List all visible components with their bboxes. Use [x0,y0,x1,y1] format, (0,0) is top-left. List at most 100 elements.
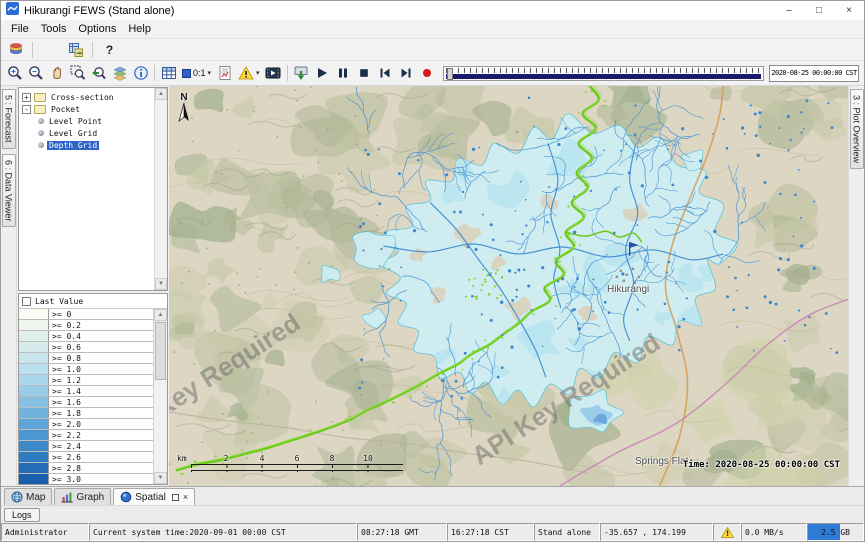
left-tab-strip: 5 : Forecast 6 : Data Viewer [1,86,17,486]
north-arrow: N [178,92,190,126]
timeline-handle[interactable] [447,68,453,80]
legend-swatch [19,408,49,418]
logs-row: Logs [1,505,864,523]
tab-forecast[interactable]: 5 : Forecast [2,89,16,149]
legend-row: >= 0.4 [19,331,153,342]
record-button[interactable] [417,63,438,83]
layers-button[interactable] [109,63,130,83]
bottom-tab-bar: Map Graph Spatial × [1,486,864,505]
help-button[interactable]: ? [99,40,120,60]
legend-scrollbar[interactable]: ▲ ▼ [153,309,167,484]
legend-swatch [19,474,49,484]
close-button[interactable]: × [834,1,864,20]
legend-swatch [19,309,49,319]
tree-node-pocket[interactable]: - Pocket [22,103,154,115]
legend-row: >= 1.0 [19,364,153,375]
status-memory: 2.5 GB [807,523,864,541]
zoom-out-button[interactable] [25,63,46,83]
tab-graph[interactable]: Graph [54,488,111,505]
legend-swatch [19,353,49,363]
node-dot-icon [38,142,44,148]
node-dot-icon [38,130,44,136]
step-back-button[interactable] [375,63,396,83]
menu-tools[interactable]: Tools [35,21,73,37]
tab-spatial[interactable]: Spatial × [113,488,195,505]
legend-list: >= 0 >= 0.2 >= 0.4 >= 0.6 >= 0.8 >= 1.0 … [19,309,153,484]
legend-row: >= 3.0 [19,474,153,484]
legend-row: >= 0 [19,309,153,320]
scroll-up-icon[interactable]: ▲ [154,309,167,321]
scroll-down-icon[interactable]: ▼ [154,472,167,484]
undock-tab-icon[interactable] [172,494,179,501]
legend-swatch [19,342,49,352]
import-data-icon[interactable] [65,40,86,60]
zoom-previous-button[interactable] [88,63,109,83]
tab-data-viewer[interactable]: 6 : Data Viewer [2,154,16,227]
legend-row: >= 1.8 [19,408,153,419]
node-dot-icon [38,118,44,124]
legend-header-label: Last Value [35,297,83,306]
zoom-in-button[interactable] [4,63,25,83]
status-user: Administrator [1,523,89,541]
main-toolbar: ? [1,38,864,60]
close-tab-icon[interactable]: × [183,492,188,502]
status-system-time: Current system time:2020-09-01 00:00 CST [89,523,357,541]
grid-display-button[interactable] [158,63,179,83]
animation-movie-button[interactable] [263,63,284,83]
menu-file[interactable]: File [5,21,35,37]
step-forward-button[interactable] [396,63,417,83]
folder-icon [34,105,46,114]
legend-row: >= 1.4 [19,386,153,397]
map-time-label: Time: 2020-08-25 00:00:00 CST [683,460,840,470]
tree-node-level-point[interactable]: Level Point [22,115,154,127]
status-warning-cell[interactable] [713,523,741,541]
map-toolbar: 0:1 ▾ ▾ 2020-08-25 00:00:00 CST [1,60,864,86]
globe-icon [11,491,23,503]
pan-button[interactable] [46,63,67,83]
legend-row: >= 0.2 [19,320,153,331]
legend-swatch [19,386,49,396]
filter-tree: + Cross-section - Pocket Level Point [18,87,168,291]
warnings-dropdown[interactable]: ▾ [235,63,263,83]
legend-row: >= 2.0 [19,419,153,430]
tree-node-depth-grid[interactable]: Depth Grid [22,139,154,151]
scroll-down-icon[interactable]: ▼ [155,278,167,290]
maximize-button[interactable]: □ [804,1,834,20]
legend-swatch [19,320,49,330]
legend-row: >= 2.8 [19,463,153,474]
tab-plot-overview[interactable]: 3 : Plot Overview [850,89,864,169]
logs-button[interactable]: Logs [4,508,40,522]
stop-button[interactable] [354,63,375,83]
scrollbar-thumb[interactable] [155,322,166,380]
profile-document-button[interactable] [214,63,235,83]
scroll-up-icon[interactable]: ▲ [155,88,167,100]
pause-button[interactable] [333,63,354,83]
tab-map[interactable]: Map [4,488,52,505]
info-button[interactable] [130,63,151,83]
minimize-button[interactable]: – [774,1,804,20]
menu-help[interactable]: Help [122,21,157,37]
expand-icon[interactable]: + [22,93,31,102]
chevron-down-icon: ▾ [208,69,212,77]
scale-bar: km 2 4 6 8 10 [177,454,419,473]
layer-select-dropdown[interactable]: 0:1 ▾ [179,63,214,83]
folder-icon [34,93,46,102]
legend-swatch [19,419,49,429]
export-snapshot-button[interactable] [291,63,312,83]
chevron-down-icon: ▾ [256,69,260,77]
timeline-slider[interactable] [443,66,764,81]
zoom-rectangle-button[interactable] [67,63,88,83]
menu-options[interactable]: Options [72,21,122,37]
app-window: Hikurangi FEWS (Stand alone) – □ × File … [0,0,865,542]
tree-scrollbar[interactable]: ▲ ▼ [154,88,167,290]
collapse-icon[interactable]: - [22,105,31,114]
database-icon[interactable] [5,40,26,60]
sphere-icon [120,491,132,503]
play-button[interactable] [312,63,333,83]
explorer-panel: + Cross-section - Pocket Level Point [17,86,169,486]
warning-icon [238,65,254,81]
tree-node-level-grid[interactable]: Level Grid [22,127,154,139]
last-value-checkbox[interactable] [22,297,31,306]
map-viewport[interactable]: N API Key Required API Key Required Hiku… [169,86,848,486]
tree-node-cross-section[interactable]: + Cross-section [22,91,154,103]
